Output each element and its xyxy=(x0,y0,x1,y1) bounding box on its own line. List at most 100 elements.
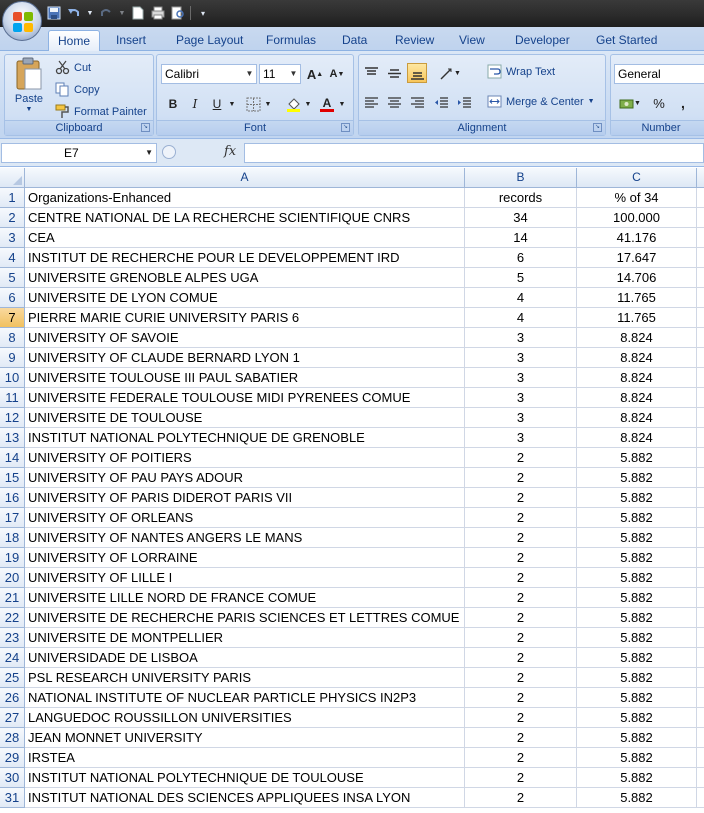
row-header[interactable]: 5 xyxy=(0,268,25,288)
row-header[interactable]: 22 xyxy=(0,608,25,628)
merge-center-dropdown-icon[interactable]: ▼ xyxy=(588,98,595,105)
shrink-font-button[interactable]: A ▼ xyxy=(327,64,347,84)
cell-empty[interactable] xyxy=(697,488,704,508)
cell-records[interactable]: 3 xyxy=(465,328,577,348)
cell-percent[interactable]: 5.882 xyxy=(577,608,697,628)
formula-input[interactable] xyxy=(244,143,704,163)
number-format-combo[interactable]: General xyxy=(614,64,704,84)
row-header[interactable]: 7 xyxy=(0,308,25,328)
office-button[interactable] xyxy=(2,1,42,41)
redo-dropdown-icon[interactable]: ▼ xyxy=(118,5,126,21)
cell-empty[interactable] xyxy=(697,748,704,768)
cell-empty[interactable] xyxy=(697,668,704,688)
cell-records[interactable]: 2 xyxy=(465,768,577,788)
cell-organization[interactable]: UNIVERSITY OF PARIS DIDEROT PARIS VII xyxy=(25,488,465,508)
row-header[interactable]: 23 xyxy=(0,628,25,648)
font-dialog-launcher-icon[interactable]: ↘ xyxy=(341,123,350,132)
wrap-text-button[interactable]: Wrap Text xyxy=(487,64,555,79)
cell-records[interactable]: 6 xyxy=(465,248,577,268)
cut-button[interactable]: Cut xyxy=(55,60,91,75)
cell-organization[interactable]: INSTITUT NATIONAL DES SCIENCES APPLIQUEE… xyxy=(25,788,465,808)
cell-empty[interactable] xyxy=(697,408,704,428)
cell-percent[interactable]: 8.824 xyxy=(577,428,697,448)
cell-empty[interactable] xyxy=(697,528,704,548)
save-icon[interactable] xyxy=(46,5,62,21)
cell-organization[interactable]: UNIVERSIDADE DE LISBOA xyxy=(25,648,465,668)
cell-organization[interactable]: Organizations-Enhanced xyxy=(25,188,465,208)
cell-organization[interactable]: UNIVERSITY OF PAU PAYS ADOUR xyxy=(25,468,465,488)
cell-organization[interactable]: LANGUEDOC ROUSSILLON UNIVERSITIES xyxy=(25,708,465,728)
comma-style-button[interactable]: , xyxy=(673,93,693,113)
row-header[interactable]: 29 xyxy=(0,748,25,768)
cell-organization[interactable]: UNIVERSITY OF SAVOIE xyxy=(25,328,465,348)
cell-organization[interactable]: UNIVERSITY OF POITIERS xyxy=(25,448,465,468)
align-center-button[interactable] xyxy=(384,92,404,112)
cell-records[interactable]: 2 xyxy=(465,548,577,568)
font-size-combo[interactable]: 11 ▼ xyxy=(259,64,301,84)
cell-percent[interactable]: 17.647 xyxy=(577,248,697,268)
orientation-button[interactable]: ▼ xyxy=(435,63,465,83)
cell-records[interactable]: 2 xyxy=(465,728,577,748)
cell-organization[interactable]: UNIVERSITE DE RECHERCHE PARIS SCIENCES E… xyxy=(25,608,465,628)
tab-view[interactable]: View xyxy=(450,30,494,51)
cell-organization[interactable]: PIERRE MARIE CURIE UNIVERSITY PARIS 6 xyxy=(25,308,465,328)
cell-records[interactable]: 3 xyxy=(465,368,577,388)
font-color-dropdown-icon[interactable]: ▼ xyxy=(337,94,347,114)
cell-organization[interactable]: INSTITUT NATIONAL POLYTECHNIQUE DE TOULO… xyxy=(25,768,465,788)
row-header[interactable]: 17 xyxy=(0,508,25,528)
row-header[interactable]: 8 xyxy=(0,328,25,348)
cell-records[interactable]: 2 xyxy=(465,588,577,608)
cell-percent[interactable]: 5.882 xyxy=(577,508,697,528)
cell-records[interactable]: 3 xyxy=(465,428,577,448)
cell-percent[interactable]: 5.882 xyxy=(577,548,697,568)
cell-percent[interactable]: 5.882 xyxy=(577,648,697,668)
tab-home[interactable]: Home xyxy=(48,30,101,51)
row-header[interactable]: 1 xyxy=(0,188,25,208)
cell-empty[interactable] xyxy=(697,608,704,628)
cell-percent[interactable]: 8.824 xyxy=(577,408,697,428)
insert-function-icon[interactable]: fx xyxy=(224,144,236,159)
column-header-d[interactable] xyxy=(697,168,704,188)
cell-organization[interactable]: NATIONAL INSTITUTE OF NUCLEAR PARTICLE P… xyxy=(25,688,465,708)
cell-empty[interactable] xyxy=(697,788,704,808)
merge-center-button[interactable]: Merge & Center ▼ xyxy=(487,94,595,109)
cell-percent[interactable]: 5.882 xyxy=(577,468,697,488)
cell-empty[interactable] xyxy=(697,348,704,368)
cell-percent[interactable]: 5.882 xyxy=(577,628,697,648)
cell-organization[interactable]: UNIVERSITY OF ORLEANS xyxy=(25,508,465,528)
column-header-b[interactable]: B xyxy=(465,168,577,188)
row-header[interactable]: 15 xyxy=(0,468,25,488)
cell-percent[interactable]: 8.824 xyxy=(577,348,697,368)
cell-empty[interactable] xyxy=(697,688,704,708)
cell-percent[interactable]: % of 34 xyxy=(577,188,697,208)
paste-button[interactable]: Paste ▼ xyxy=(9,57,49,119)
cell-records[interactable]: 2 xyxy=(465,628,577,648)
paste-dropdown-icon[interactable]: ▼ xyxy=(26,106,33,113)
cell-records[interactable]: 3 xyxy=(465,348,577,368)
cell-empty[interactable] xyxy=(697,448,704,468)
row-header[interactable]: 28 xyxy=(0,728,25,748)
undo-icon[interactable] xyxy=(66,5,82,21)
cell-records[interactable]: 2 xyxy=(465,608,577,628)
cell-records[interactable]: 2 xyxy=(465,568,577,588)
underline-dropdown-icon[interactable]: ▼ xyxy=(227,94,237,114)
formula-bar-resize-handle[interactable] xyxy=(162,145,176,159)
cell-percent[interactable]: 41.176 xyxy=(577,228,697,248)
cell-records[interactable]: 2 xyxy=(465,468,577,488)
undo-dropdown-icon[interactable]: ▼ xyxy=(86,5,94,21)
cell-empty[interactable] xyxy=(697,768,704,788)
tab-get-started[interactable]: Get Started xyxy=(587,30,666,51)
print-preview-icon[interactable] xyxy=(170,5,186,21)
column-header-c[interactable]: C xyxy=(577,168,697,188)
row-header[interactable]: 24 xyxy=(0,648,25,668)
cell-percent[interactable]: 5.882 xyxy=(577,788,697,808)
row-header[interactable]: 20 xyxy=(0,568,25,588)
row-header[interactable]: 4 xyxy=(0,248,25,268)
cell-percent[interactable]: 5.882 xyxy=(577,528,697,548)
cell-records[interactable]: 2 xyxy=(465,668,577,688)
cell-percent[interactable]: 5.882 xyxy=(577,568,697,588)
cell-empty[interactable] xyxy=(697,208,704,228)
cell-organization[interactable]: UNIVERSITE DE LYON COMUE xyxy=(25,288,465,308)
cell-empty[interactable] xyxy=(697,428,704,448)
decrease-indent-button[interactable] xyxy=(431,92,451,112)
